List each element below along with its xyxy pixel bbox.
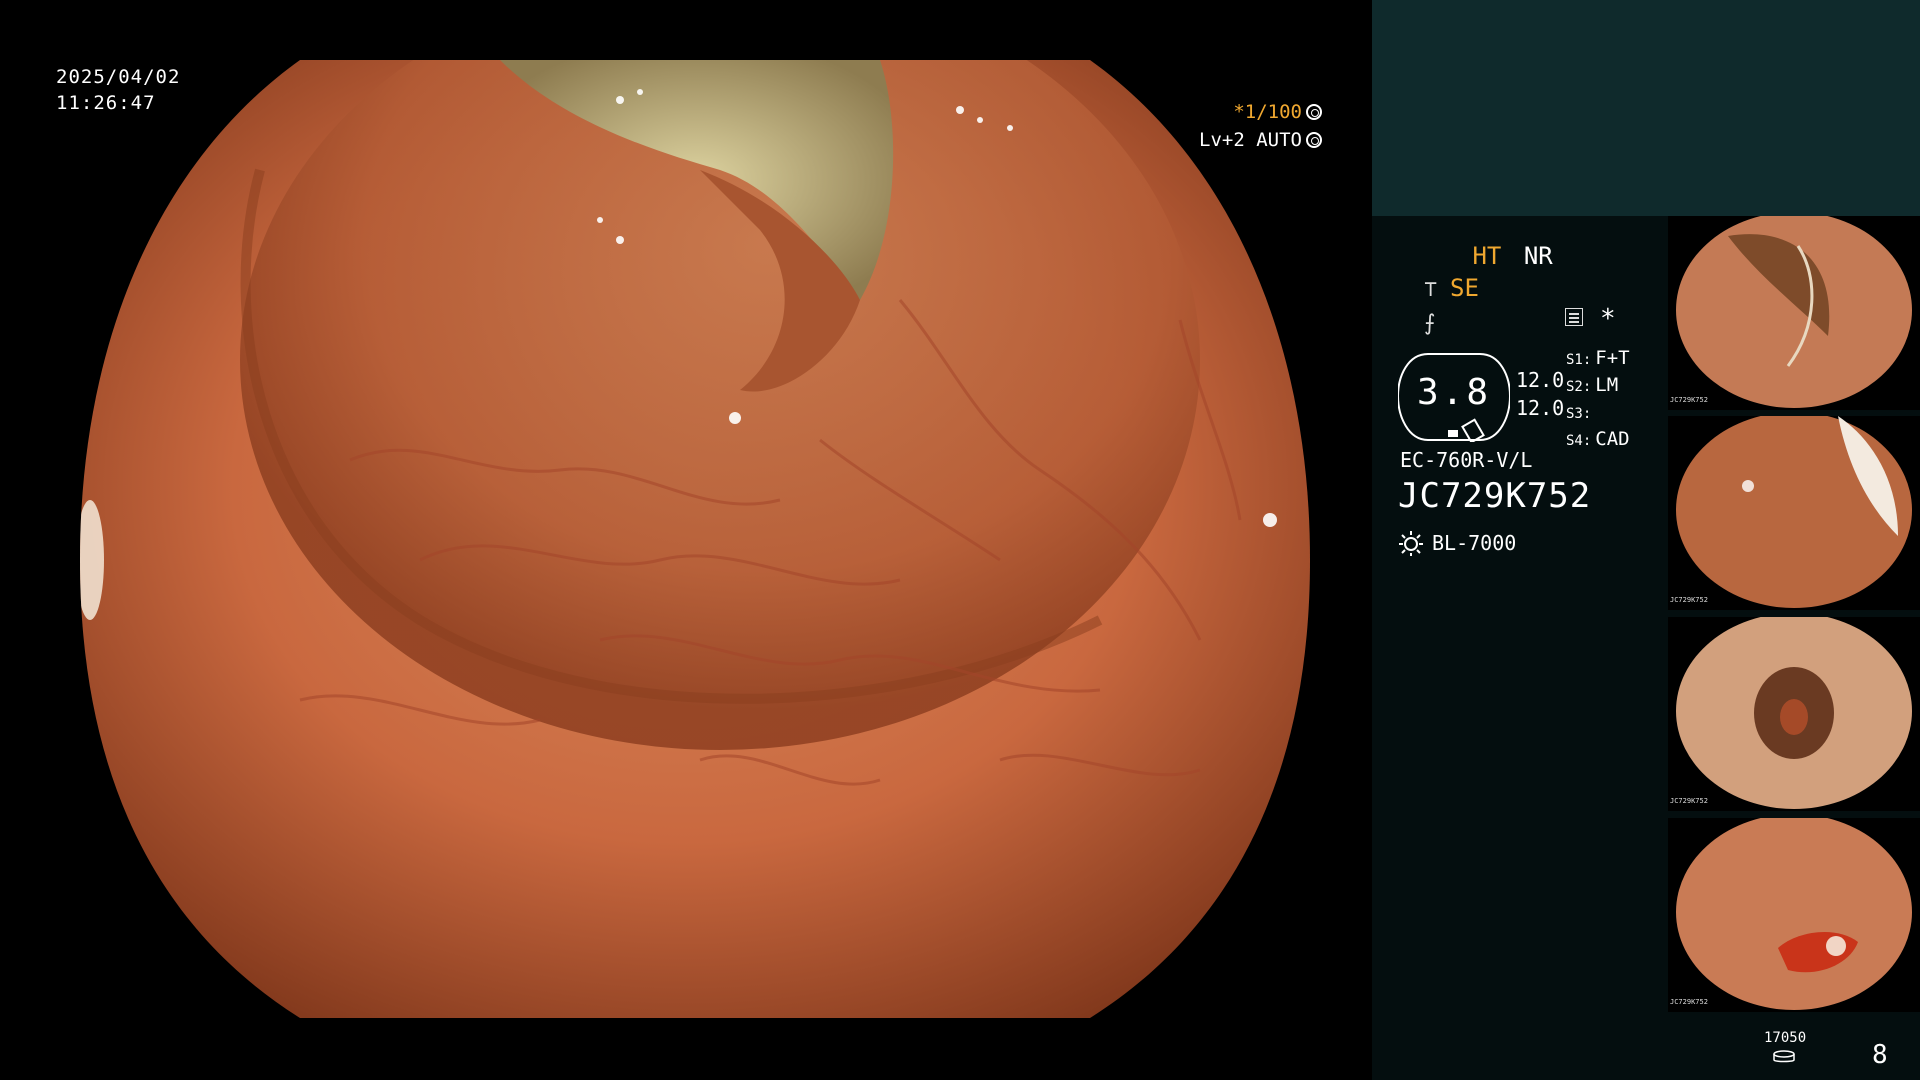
lamp-icon [1399,531,1423,556]
mode-row-3: ⨍ [1424,306,1561,340]
gauge-readings: 12.0 12.0 [1516,366,1564,422]
settings-list-icon [1565,308,1583,326]
slot-4: S4: CAD [1566,428,1630,450]
freeze-icon: ⨍ [1424,311,1436,336]
ht-mode: HT [1472,242,1502,270]
light-source-text: BL-7000 [1432,531,1517,555]
slot-2: S2: LM [1566,374,1619,396]
iris-icon [1306,132,1322,148]
scope-serial: JC729K752 [1398,476,1592,516]
shutter-row: *1/100 [1199,98,1322,126]
shutter-text: *1/100 [1233,101,1302,123]
thumbnail-serial: JC729K752 [1670,596,1708,604]
panel-header-area [1372,0,1920,216]
asterisk-icon: * [1600,304,1616,334]
page-number: 8 [1872,1040,1888,1070]
date-text: 2025/04/02 [56,66,181,88]
capture-thumbnail[interactable]: JC729K752 [1668,617,1920,811]
time-text: 11:26:47 [56,92,156,114]
thumbnail-serial: JC729K752 [1670,998,1708,1006]
mode-row-1: HT NR [1424,240,1561,272]
structure-enhance-icon: ⊤ [1424,277,1438,302]
switch-slots: S1: F+T S2: LM S3: S4: CAD [1566,346,1630,454]
date-time: 2025/04/02 11:26:47 [56,64,180,116]
storage-icon [1773,1050,1795,1063]
thumbnail-serial: JC729K752 [1670,396,1708,404]
se-mode: SE [1450,274,1479,302]
capture-thumbnail[interactable]: JC729K752 [1668,818,1920,1012]
mode-row-2: ⊤ SE [1424,272,1561,306]
capture-thumbnail[interactable]: JC729K752 [1668,216,1920,410]
endoscope-image [80,60,1310,1018]
gauge-value: 3.8 [1416,372,1492,413]
enhance-text: Lv+2 AUTO [1199,129,1302,151]
capture-thumbnail[interactable]: JC729K752 [1668,416,1920,610]
endoscope-view: 2025/04/02 11:26:47 *1/100 Lv+2 AUTO [0,0,1372,1080]
aperture-icon [1306,104,1322,120]
enhance-row: Lv+2 AUTO [1199,126,1322,154]
scope-model: EC-760R-V/L [1400,448,1533,472]
gauge-bottom-value: 12.0 [1516,396,1565,420]
capture-settings: *1/100 Lv+2 AUTO [1199,98,1322,154]
slot-1: S1: F+T [1566,347,1630,369]
nr-mode: NR [1523,242,1553,270]
light-source: BL-7000 [1398,530,1516,556]
info-panel: HT NR ⊤ SE ⨍ * 3.8 12.0 12.0 S1: F+T S2: LM… [1372,0,1920,1080]
gauge: 3.8 [1396,352,1512,444]
image-counter: 17050 [1764,1030,1807,1046]
thumbnail-serial: JC729K752 [1670,797,1708,805]
slot-3: S3: [1566,406,1592,422]
image-modes: HT NR ⊤ SE ⨍ [1424,240,1561,340]
gauge-top-value: 12.0 [1516,368,1565,392]
